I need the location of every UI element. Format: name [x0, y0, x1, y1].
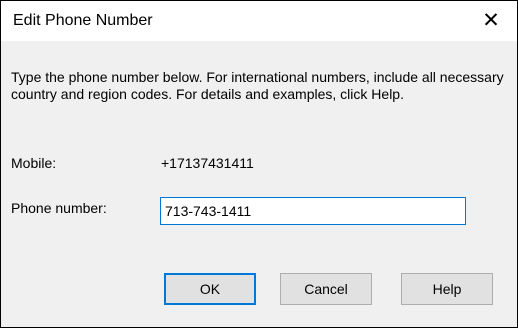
dialog-body: Type the phone number below. For interna…: [1, 41, 517, 327]
cancel-button[interactable]: Cancel: [280, 273, 372, 305]
instructions-text: Type the phone number below. For interna…: [11, 69, 504, 102]
mobile-value: +17137431411: [161, 155, 254, 171]
help-button[interactable]: Help: [401, 273, 493, 305]
phone-number-input[interactable]: [160, 197, 466, 225]
mobile-label: Mobile:: [11, 155, 57, 171]
title-bar: Edit Phone Number ✕: [1, 1, 517, 41]
close-icon[interactable]: ✕: [471, 5, 511, 37]
edit-phone-number-dialog: Edit Phone Number ✕ Type the phone numbe…: [0, 0, 518, 328]
ok-button[interactable]: OK: [164, 273, 256, 305]
dialog-title: Edit Phone Number: [13, 12, 153, 29]
phone-number-label: Phone number:: [11, 200, 107, 216]
